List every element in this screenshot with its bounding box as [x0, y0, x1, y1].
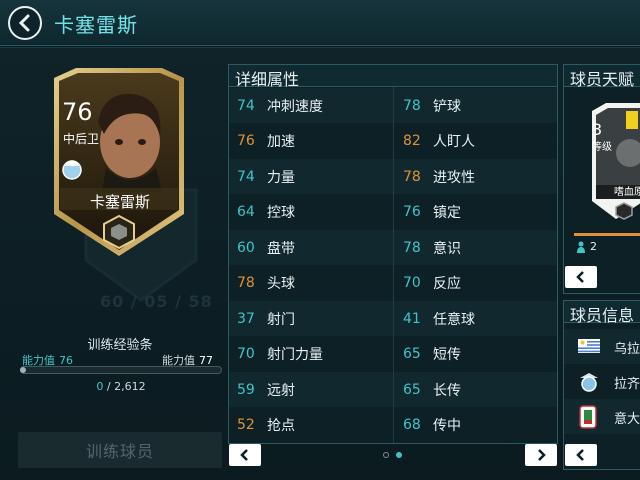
attribute-name-right: 任意球 [433, 311, 475, 328]
attribute-value-right: 68 [403, 417, 421, 433]
attribute-value-left: 76 [237, 133, 255, 149]
attribute-value-left: 78 [237, 275, 255, 291]
column-divider [393, 87, 394, 443]
attribute-name-right: 传中 [433, 418, 461, 434]
attribute-name-left: 抢点 [267, 418, 295, 434]
attribute-value-right: 82 [403, 133, 421, 149]
attribute-value-left: 70 [237, 346, 255, 362]
header: 卡塞雷斯 [0, 0, 640, 46]
page-dot-1[interactable] [383, 452, 389, 458]
xp-progress-bar [20, 366, 222, 374]
attribute-name-right: 长传 [433, 382, 461, 399]
attribute-name-left: 冲刺速度 [267, 98, 323, 115]
card-shadow-text: 60 / 05 / 58 [100, 292, 213, 311]
attribute-value-left: 74 [237, 168, 255, 185]
attributes-title: 详细属性 [235, 70, 300, 89]
info-league: 意大 [614, 412, 640, 427]
attribute-value-right: 78 [403, 168, 421, 185]
next-page-button[interactable] [525, 444, 557, 466]
attribute-value-left: 74 [237, 97, 255, 114]
attribute-name-left: 远射 [267, 382, 295, 399]
attribute-name-left: 头球 [267, 276, 295, 292]
attribute-value-left: 59 [237, 381, 255, 398]
page-dot-2[interactable] [396, 452, 402, 458]
attribute-name-left: 力量 [267, 169, 295, 186]
train-player-button[interactable]: 训练球员 [18, 432, 222, 468]
page-title: 卡塞雷斯 [54, 13, 138, 37]
attribute-value-left: 37 [237, 310, 255, 327]
info-nation: 乌拉 [614, 342, 640, 357]
player-info-title: 球员信息 [570, 306, 635, 325]
talents-title: 球员天赋 [570, 70, 635, 89]
attribute-name-right: 人盯人 [433, 134, 475, 150]
player-card[interactable] [46, 64, 192, 258]
attribute-value-left: 64 [237, 204, 255, 220]
talents-prev-button[interactable] [565, 266, 597, 288]
attribute-value-right: 78 [403, 97, 421, 114]
lazio-badge-icon [580, 373, 598, 392]
info-row-league[interactable]: 意大 [564, 399, 640, 434]
attribute-name-right: 镇定 [433, 205, 461, 221]
player-info-header: 球员信息 [564, 301, 640, 325]
attribute-name-right: 铲球 [433, 98, 461, 115]
attribute-name-right: 短传 [433, 347, 461, 363]
attribute-name-right: 意识 [433, 240, 461, 257]
xp-separator: / [103, 380, 115, 393]
talent-level: 3 [592, 120, 603, 139]
card-position: 中后卫 [63, 132, 100, 146]
attribute-value-left: 52 [237, 417, 255, 433]
talent-name: 嗜血原 [614, 187, 640, 198]
attribute-name-left: 盘带 [267, 240, 295, 257]
info-prev-button[interactable] [565, 444, 597, 466]
talent-level-label: 等级 [592, 142, 612, 153]
attributes-header: 详细属性 [229, 65, 557, 89]
attribute-name-right: 反应 [433, 276, 461, 292]
info-club: 拉齐 [614, 377, 640, 392]
attribute-value-left: 60 [237, 239, 255, 256]
attributes-panel: 详细属性 74 冲刺速度 78 铲球 76 加速 82 人盯人 74 力量 78 进攻性 64 控球 76 镇… [228, 64, 558, 444]
talent-bar [574, 233, 640, 236]
chevron-left-icon [576, 271, 584, 283]
attribute-name-left: 射门力量 [267, 347, 323, 363]
xp-total: 2,612 [114, 380, 146, 393]
talent-count: 2 [590, 240, 597, 253]
attribute-value-right: 76 [403, 204, 421, 220]
attribute-value-right: 65 [403, 346, 421, 362]
attribute-name-left: 加速 [267, 134, 295, 150]
back-button[interactable] [8, 6, 42, 40]
person-icon [577, 241, 585, 253]
info-row-nation[interactable]: 乌拉 [564, 329, 640, 364]
talents-panel: 球员天赋 3 等级 嗜血原 2 [563, 64, 640, 294]
chevron-left-icon [240, 449, 248, 461]
talent-card[interactable] [586, 101, 640, 221]
attribute-value-right: 41 [403, 310, 421, 327]
training-label: 训练经验条 [87, 338, 153, 353]
card-player-name: 卡塞雷斯 [89, 193, 150, 211]
chevron-right-icon [538, 449, 546, 461]
serie-a-badge-icon [579, 405, 597, 429]
chevron-left-icon [18, 14, 30, 32]
prev-page-button[interactable] [229, 444, 261, 466]
attribute-name-right: 进攻性 [433, 169, 475, 186]
attribute-name-left: 控球 [267, 205, 295, 221]
card-rating: 76 [62, 98, 93, 126]
attribute-value-right: 78 [403, 239, 421, 256]
attribute-value-right: 65 [403, 381, 421, 398]
uruguay-flag-icon [578, 339, 600, 353]
attribute-value-right: 70 [403, 275, 421, 291]
talents-header: 球员天赋 [564, 65, 640, 89]
xp-text: 0 / 2,612 [20, 380, 222, 393]
xp-progress-knob [20, 367, 26, 373]
info-row-club[interactable]: 拉齐 [564, 364, 640, 399]
attribute-name-left: 射门 [267, 311, 295, 328]
chevron-left-icon [576, 449, 584, 461]
